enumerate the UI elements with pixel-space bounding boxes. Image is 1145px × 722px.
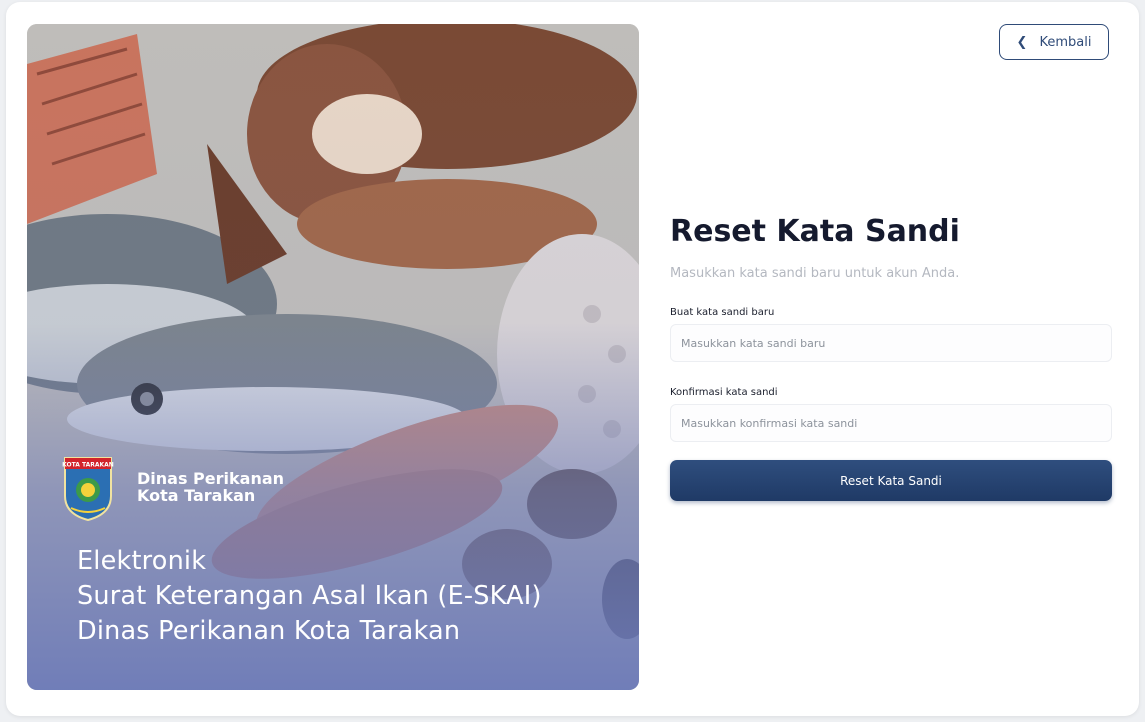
org-brand: KOTA TARAKAN Dinas Perikanan Kota Taraka… — [61, 452, 284, 522]
tagline-line1: Elektronik — [77, 546, 207, 576]
chevron-left-icon: ❮ — [1016, 34, 1028, 50]
org-name-line2: Kota Tarakan — [137, 486, 256, 505]
confirm-password-input[interactable] — [670, 404, 1112, 442]
reset-password-button[interactable]: Reset Kata Sandi — [670, 460, 1112, 501]
confirm-password-label: Konfirmasi kata sandi — [670, 387, 778, 398]
hero-tagline: Elektronik Surat Keterangan Asal Ikan (E… — [77, 544, 542, 649]
page-subtitle: Masukkan kata sandi baru untuk akun Anda… — [670, 266, 960, 281]
org-name: Dinas Perikanan Kota Tarakan — [137, 470, 284, 504]
org-name-line1: Dinas Perikanan — [137, 469, 285, 488]
tagline-line2: Surat Keterangan Asal Ikan (E-SKAI) — [77, 581, 542, 611]
tagline-line3: Dinas Perikanan Kota Tarakan — [77, 616, 461, 646]
city-emblem-logo: KOTA TARAKAN — [62, 457, 114, 522]
back-button[interactable]: ❮ Kembali — [999, 24, 1109, 60]
page-title: Reset Kata Sandi — [670, 214, 960, 249]
back-button-label: Kembali — [1039, 34, 1092, 50]
new-password-label: Buat kata sandi baru — [670, 307, 775, 318]
logo-text: KOTA TARAKAN — [62, 462, 114, 469]
hero-panel: KOTA TARAKAN Dinas Perikanan Kota Taraka… — [27, 24, 639, 690]
new-password-input[interactable] — [670, 324, 1112, 362]
